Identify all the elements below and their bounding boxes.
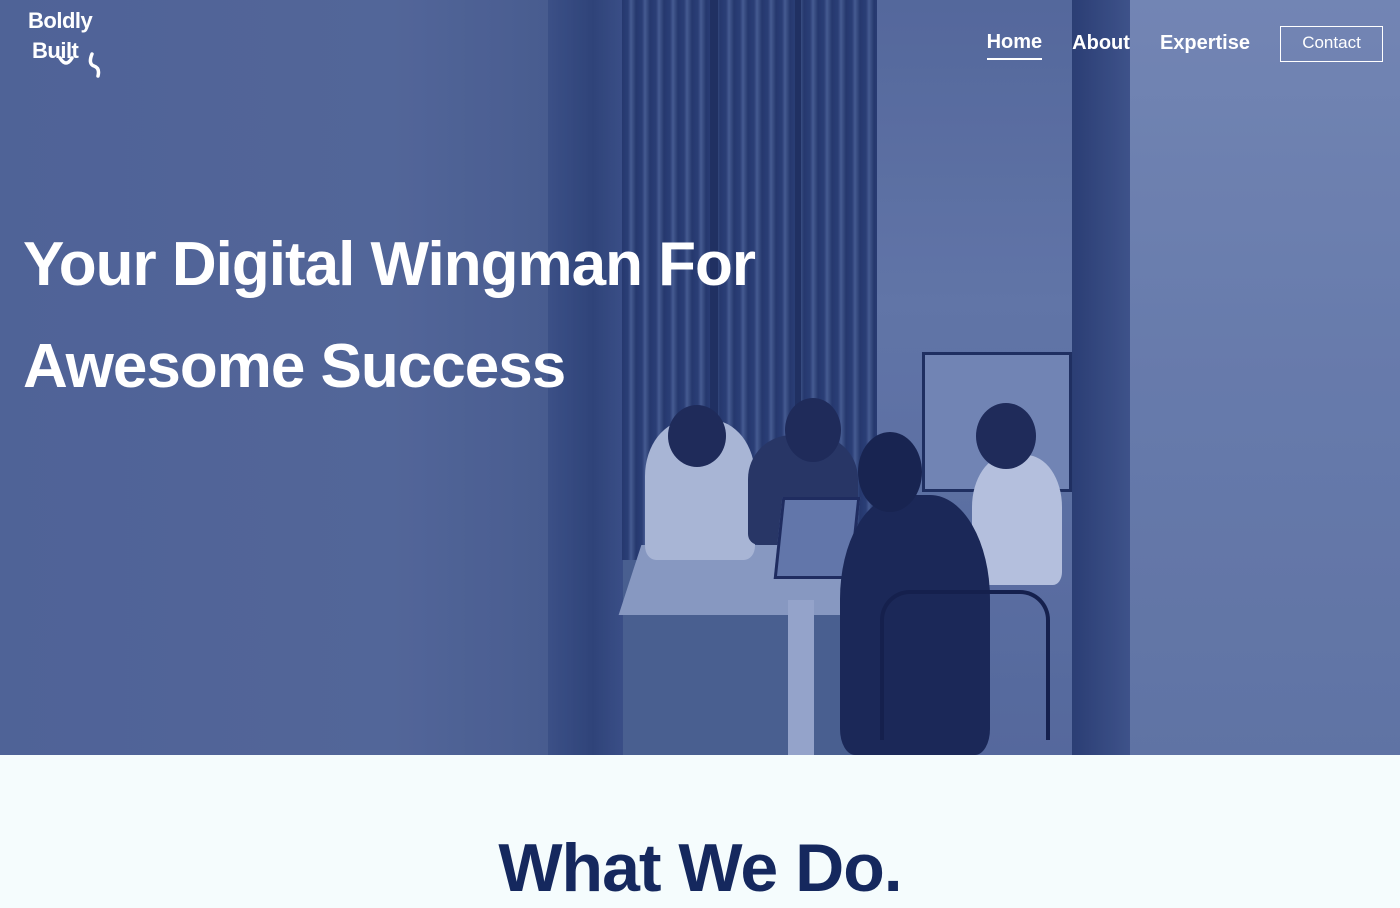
hero-section: Boldly Built Home About Expertise Contac… <box>0 0 1400 755</box>
contact-button[interactable]: Contact <box>1280 26 1383 62</box>
section-heading: What We Do. <box>498 830 902 906</box>
nav-expertise[interactable]: Expertise <box>1160 26 1250 62</box>
main-nav: Home About Expertise Contact <box>957 26 1383 62</box>
nav-home[interactable]: Home <box>986 28 1043 60</box>
logo-text-line1: Boldly <box>28 8 93 33</box>
hero-heading-line1: Your Digital Wingman For <box>23 230 756 299</box>
hero-heading-line2: Awesome Success <box>23 332 566 401</box>
logo-smile-icon <box>58 52 101 78</box>
hero-heading: Your Digital Wingman For Awesome Success <box>23 214 783 418</box>
site-logo[interactable]: Boldly Built <box>26 6 106 78</box>
nav-about[interactable]: About <box>1072 26 1130 62</box>
